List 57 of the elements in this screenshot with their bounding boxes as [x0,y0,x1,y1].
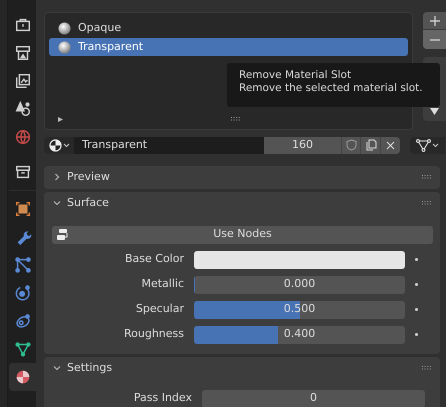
material-sphere-icon [14,368,32,386]
copy-icon [364,139,376,152]
panel-header[interactable]: Settings [44,356,440,380]
node-link-button[interactable] [410,137,445,154]
cube-icon [14,200,32,218]
panel-header[interactable]: Surface [44,192,440,214]
chevron-down-icon[interactable] [53,364,61,372]
fake-user-button[interactable] [341,137,360,154]
chevron-down-icon[interactable] [53,199,61,207]
property-label: Roughness [122,326,185,342]
value-slider[interactable]: 0.000 [194,276,405,294]
plus-icon [430,16,440,26]
material-slot[interactable]: Opaque [49,19,408,37]
shapes-icon [14,100,32,118]
down-triangle-icon[interactable] [430,108,439,115]
archive-icon [14,163,32,181]
properties-tab[interactable] [9,363,36,391]
value-slider[interactable]: 0.400 [194,326,405,344]
property-label: Specular [134,301,185,318]
particles-icon [14,256,32,274]
caret-icon [432,142,439,148]
property-label: Pass Index [132,390,193,406]
color-swatch[interactable] [194,250,405,268]
caret-icon [62,142,70,148]
shield-icon [346,139,356,152]
remove-slot-button[interactable] [423,30,446,49]
toolbox-icon [14,16,32,34]
link-icon [14,312,32,330]
triangle-mesh-icon [14,340,32,358]
sphere-icon [58,40,71,54]
number-field[interactable]: 0 [202,390,425,407]
unlink-button[interactable] [380,137,400,154]
duplicate-button[interactable] [360,137,380,154]
image-stack-icon [14,72,32,90]
sphere-icon [48,138,62,152]
property-label: Metallic [140,276,185,292]
triangle-mesh-icon [416,138,431,152]
material-name-field[interactable]: Transparent [74,137,264,154]
chevron-right-icon[interactable] [53,173,61,181]
panel-title: Preview [67,168,111,185]
printer-icon [14,44,32,62]
panel-header[interactable]: Preview [44,166,440,188]
tooltip-title: Remove Material Slot [239,69,352,82]
close-icon [386,140,395,150]
orbit-icon [14,284,32,302]
tooltip-description: Remove the selected material slot. [239,82,424,95]
material-browse-button[interactable] [44,137,74,154]
sphere-icon [58,22,71,34]
expand-triangle-icon[interactable] [57,116,64,122]
panel-title: Surface [67,194,110,211]
material-slot[interactable]: Transparent [49,38,408,56]
nodes-icon [56,228,70,241]
property-label: Base Color [124,251,185,268]
user-count[interactable]: 160 [264,137,341,154]
panel-title: Settings [67,360,114,376]
use-nodes-button[interactable]: Use Nodes [52,226,433,244]
globe-icon [14,128,32,146]
